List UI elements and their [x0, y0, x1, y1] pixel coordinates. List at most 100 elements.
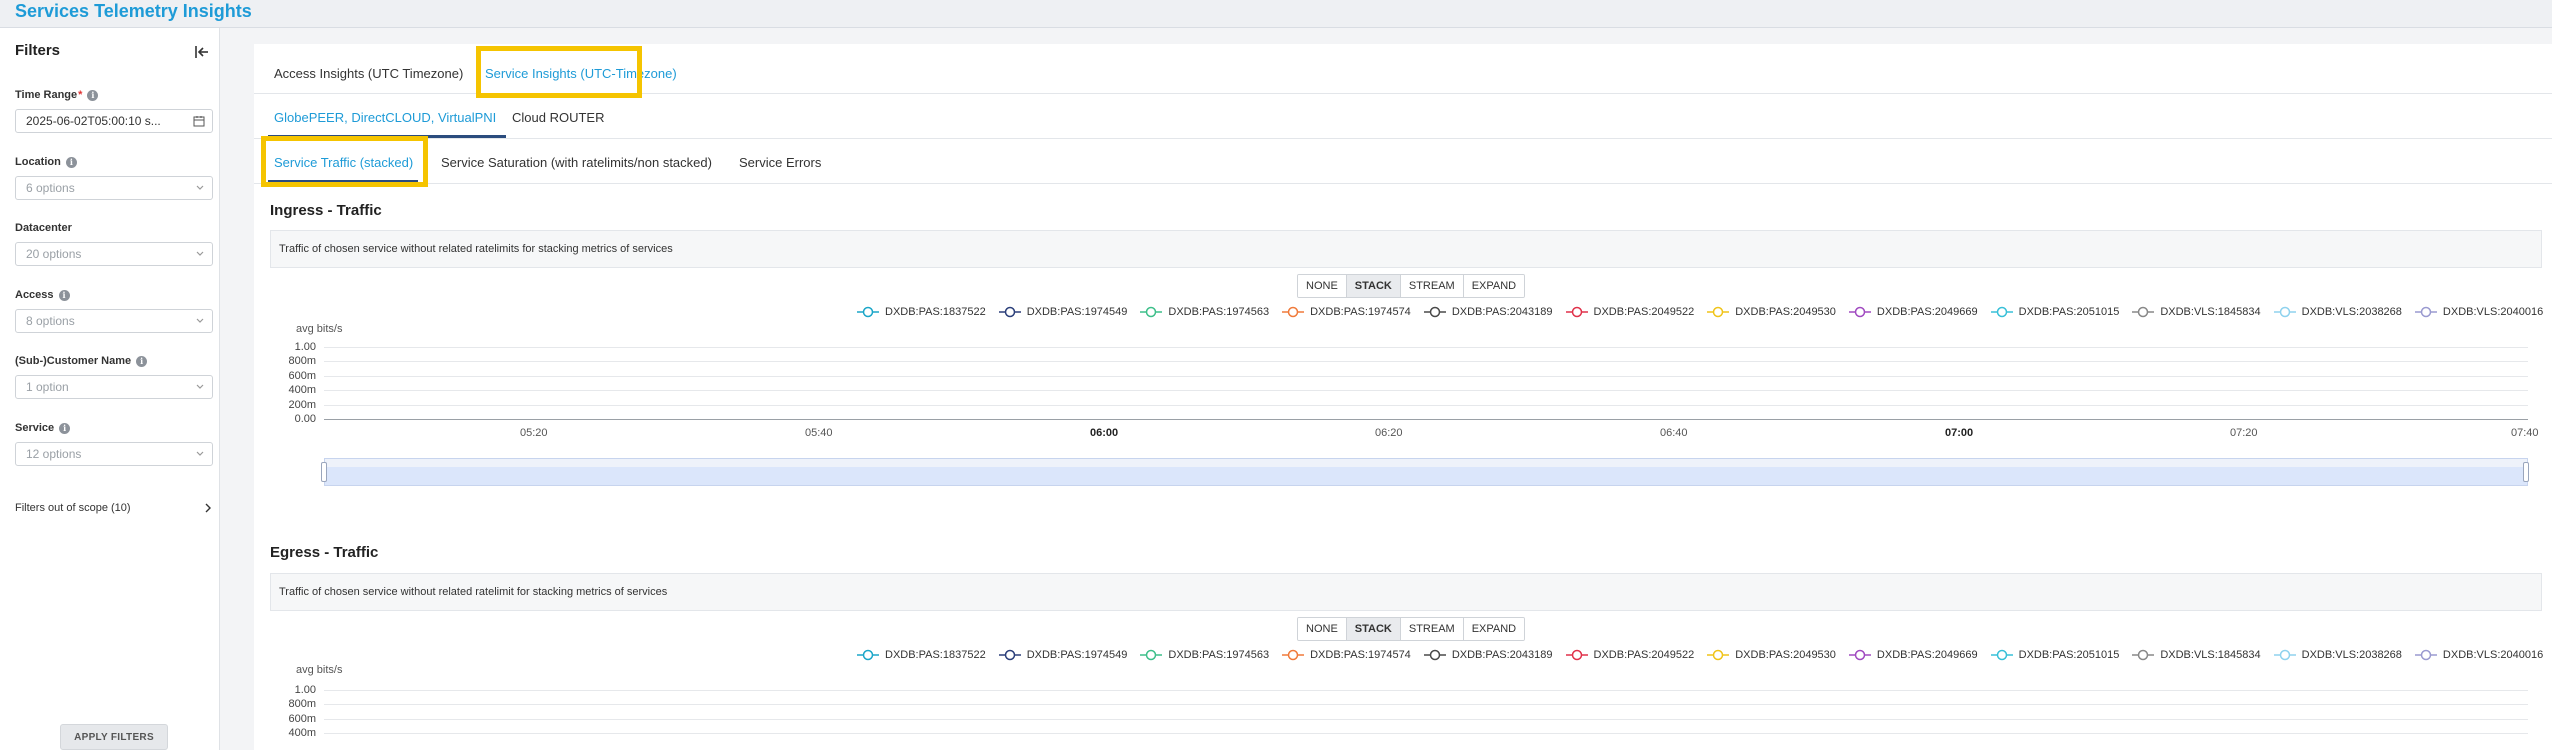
info-icon[interactable]: i	[59, 422, 71, 434]
location-select[interactable]: 6 options	[15, 176, 213, 200]
x-tick-label: 07:20	[2230, 427, 2258, 439]
legend-marker-icon	[1848, 306, 1871, 317]
info-icon[interactable]: i	[136, 355, 148, 367]
chevron-down-icon	[196, 185, 204, 190]
datacenter-select[interactable]: 20 options	[15, 242, 213, 266]
highlight-box	[476, 46, 642, 98]
tab-service-errors[interactable]: Service Errors	[739, 155, 821, 170]
info-icon[interactable]: i	[58, 289, 70, 301]
legend-label: DXDB:VLS:2040016	[2442, 305, 2544, 318]
tab-access-insights[interactable]: Access Insights (UTC Timezone)	[274, 66, 463, 81]
chevron-down-icon	[196, 318, 204, 323]
tab-globepeer[interactable]: GlobePEER, DirectCLOUD, VirtualPNI	[274, 110, 496, 125]
mode-stack-button[interactable]: STACK	[1346, 275, 1401, 297]
legend-item[interactable]: DXDB:VLS:2038268	[2273, 649, 2402, 661]
legend-item[interactable]: DXDB:VLS:1845834	[2132, 649, 2261, 661]
filters-sidebar: Filters Time Range * i 2025-06-02T05:00:10…	[0, 28, 220, 750]
tab-cloud-router[interactable]: Cloud ROUTER	[512, 110, 604, 125]
legend-item[interactable]: DXDB:PAS:1974574	[1282, 306, 1411, 318]
mode-stack-button[interactable]: STACK	[1346, 618, 1401, 640]
legend-item[interactable]: DXDB:PAS:1974574	[1282, 649, 1411, 661]
mode-expand-button[interactable]: EXPAND	[1463, 618, 1525, 640]
subcustomer-select[interactable]: 1 option	[15, 375, 213, 399]
legend-marker-icon	[857, 306, 879, 317]
grid-line	[324, 390, 2528, 392]
legend-item[interactable]: DXDB:VLS:2038268	[2273, 305, 2402, 318]
tab-service-saturation[interactable]: Service Saturation (with ratelimits/non …	[441, 155, 712, 170]
mode-expand-button[interactable]: EXPAND	[1463, 275, 1525, 297]
legend-label: DXDB:PAS:1837522	[885, 305, 986, 318]
legend-item[interactable]: DXDB:PAS:1974563	[1140, 649, 1269, 661]
legend-marker-icon	[2132, 649, 2155, 660]
mode-none-button[interactable]: NONE	[1298, 618, 1347, 640]
time-range-input[interactable]: 2025-06-02T05:00:10 s...	[15, 109, 213, 133]
access-select[interactable]: 8 options	[15, 309, 213, 333]
subcustomer-placeholder: 1 option	[26, 380, 69, 394]
legend-item[interactable]: DXDB:PAS:1974549	[998, 649, 1127, 661]
legend-marker-icon	[998, 306, 1021, 317]
legend-item[interactable]: DXDB:PAS:1974549	[998, 306, 1127, 318]
legend-label: DXDB:PAS:2049530	[1735, 648, 1836, 661]
legend-marker-icon	[1282, 649, 1305, 660]
ingress-y-axis-label: avg bits/s	[296, 323, 343, 335]
legend-item[interactable]: DXDB:PAS:1837522	[857, 649, 986, 661]
slider-right-handle[interactable]	[2523, 462, 2529, 482]
legend-item[interactable]: DXDB:PAS:2043189	[1423, 305, 1553, 318]
legend-item[interactable]: DXDB:PAS:1974563	[1140, 306, 1269, 318]
legend-marker-icon	[1140, 306, 1163, 317]
egress-description: Traffic of chosen service without relate…	[270, 573, 2542, 611]
x-tick-label: 06:40	[1660, 427, 1688, 439]
y-tick-label: 1.00	[294, 684, 316, 696]
slider-left-handle[interactable]	[321, 462, 327, 482]
legend-marker-icon	[1565, 306, 1588, 317]
legend-label: DXDB:PAS:2043189	[1451, 305, 1553, 318]
apply-filters-button[interactable]: APPLY FILTERS	[60, 724, 168, 750]
legend-item[interactable]: DXDB:PAS:2049669	[1848, 649, 1978, 661]
legend-item[interactable]: DXDB:PAS:2051015	[1990, 649, 2119, 661]
service-select[interactable]: 12 options	[15, 442, 213, 466]
legend-item[interactable]: DXDB:PAS:2049669	[1848, 305, 1978, 318]
info-icon[interactable]: i	[65, 156, 77, 168]
mode-none-button[interactable]: NONE	[1298, 275, 1347, 297]
required-marker: *	[78, 89, 83, 101]
info-icon[interactable]: i	[87, 89, 99, 101]
datacenter-field: Datacenter 20 options	[15, 221, 213, 266]
grid-line	[324, 690, 2528, 691]
legend-label: DXDB:VLS:2038268	[2301, 305, 2402, 318]
legend-marker-icon	[1140, 649, 1163, 660]
legend-marker-icon	[1282, 306, 1305, 317]
mode-stream-button[interactable]: STREAM	[1400, 275, 1464, 297]
ingress-description: Traffic of chosen service without relate…	[270, 230, 2542, 268]
y-tick-label: 400m	[288, 384, 316, 397]
location-placeholder: 6 options	[26, 181, 75, 195]
legend-item[interactable]: DXDB:PAS:2043189	[1423, 648, 1553, 661]
calendar-icon[interactable]	[193, 115, 205, 127]
location-label: Location	[15, 156, 61, 168]
x-tick-label: 05:40	[805, 427, 833, 439]
legend-item[interactable]: DXDB:PAS:2051015	[1990, 306, 2119, 318]
legend-item[interactable]: DXDB:PAS:2049530	[1707, 649, 1836, 661]
legend-label: DXDB:PAS:2043189	[1451, 648, 1553, 661]
legend-marker-icon	[2414, 306, 2437, 317]
grid-line	[324, 718, 2528, 720]
legend-item[interactable]: DXDB:PAS:1837522	[857, 306, 986, 318]
egress-title: Egress - Traffic	[270, 544, 379, 561]
access-label: Access	[15, 289, 54, 301]
x-tick-label: 07:00	[1945, 427, 1974, 439]
x-tick-label: 06:20	[1375, 427, 1403, 439]
legend-item[interactable]: DXDB:PAS:2049522	[1565, 306, 1694, 318]
filters-out-of-scope[interactable]: Filters out of scope (10)	[15, 502, 213, 514]
chevron-right-icon	[205, 503, 211, 513]
collapse-sidebar-icon[interactable]	[192, 42, 212, 62]
legend-item[interactable]: DXDB:VLS:2040016	[2414, 305, 2544, 318]
y-tick-label: 800m	[288, 698, 316, 711]
legend-label: DXDB:PAS:1974574	[1310, 305, 1411, 318]
y-tick-label: 600m	[288, 369, 316, 382]
legend-item[interactable]: DXDB:PAS:2049530	[1707, 306, 1836, 318]
y-tick-label: 800m	[288, 355, 316, 368]
legend-item[interactable]: DXDB:PAS:2049522	[1565, 649, 1694, 661]
legend-item[interactable]: DXDB:VLS:1845834	[2132, 306, 2261, 318]
legend-label: DXDB:PAS:2049669	[1876, 305, 1978, 318]
mode-stream-button[interactable]: STREAM	[1400, 618, 1464, 640]
legend-item[interactable]: DXDB:VLS:2040016	[2414, 649, 2543, 661]
